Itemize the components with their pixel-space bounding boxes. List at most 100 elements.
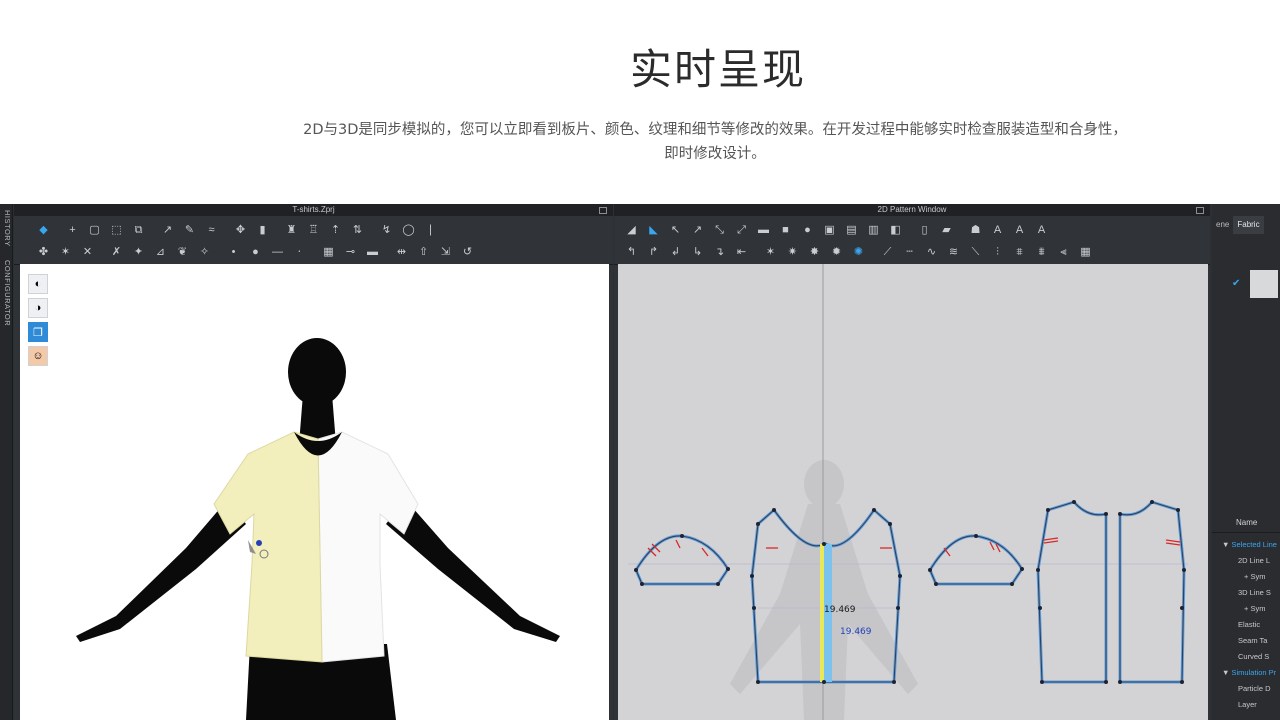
internal-line-icon[interactable]: ⤢ — [732, 222, 751, 238]
tree-item[interactable]: Layer — [1212, 697, 1280, 713]
transform-icon[interactable]: ⬚ — [107, 222, 126, 238]
expand-arrow-icon[interactable]: ▼ — [1222, 540, 1232, 549]
dart-icon[interactable]: ▤ — [842, 222, 861, 238]
tree-item[interactable]: + Sym — [1212, 569, 1280, 585]
pose-icon[interactable]: ✶ — [56, 244, 75, 260]
trim-icon[interactable]: ✧ — [195, 244, 214, 260]
side-tab-configurator[interactable]: CONFIGURATOR — [0, 260, 12, 326]
view-cloth-icon[interactable]: ◐ — [28, 274, 48, 294]
maximize-icon[interactable] — [1196, 207, 1204, 214]
texture-2d-icon[interactable]: ✶ — [761, 244, 780, 260]
arrangement-icon[interactable]: ✥ — [231, 222, 250, 238]
view-texture-icon[interactable]: ◑ — [28, 298, 48, 318]
free-sewing-icon[interactable]: ↱ — [644, 244, 663, 260]
graphic-icon[interactable]: ❦ — [173, 244, 192, 260]
tree-item[interactable]: Curved S — [1212, 649, 1280, 665]
expand-arrow-icon[interactable]: ▼ — [1222, 668, 1232, 677]
segment-sewing-icon[interactable]: ↰ — [622, 244, 641, 260]
text-large-icon[interactable]: A — [988, 222, 1007, 238]
edit-point-icon[interactable]: ↗ — [688, 222, 707, 238]
box-select-icon[interactable]: ▢ — [85, 222, 104, 238]
slash-icon[interactable]: ⟋ — [878, 244, 897, 260]
right-sleeve-piece[interactable] — [928, 534, 1024, 586]
stick-icon[interactable]: ❘ — [421, 222, 440, 238]
maximize-icon[interactable] — [599, 207, 607, 214]
topstitch-icon[interactable]: ⇡ — [326, 222, 345, 238]
button-tool-icon[interactable]: ♜ — [282, 222, 301, 238]
back-right-piece[interactable] — [1118, 500, 1186, 684]
sewing-icon[interactable]: ⊸ — [341, 244, 360, 260]
side-tab-history[interactable]: HISTORY — [0, 210, 12, 247]
pleat-icon[interactable]: ⫶ — [988, 244, 1007, 260]
tree-item[interactable]: 2D Line L — [1212, 553, 1280, 569]
grain-icon[interactable]: ✹ — [827, 244, 846, 260]
tape-icon[interactable]: ↯ — [377, 222, 396, 238]
text-icon[interactable]: A — [1010, 222, 1029, 238]
circle-2d-icon[interactable]: ● — [798, 222, 817, 238]
tshirt-right-panel[interactable] — [317, 431, 419, 663]
text-small-icon[interactable]: A — [1032, 222, 1051, 238]
ruler-icon[interactable]: ▬ — [754, 222, 773, 238]
grid-icon[interactable]: ▦ — [1076, 244, 1095, 260]
view-layers-icon[interactable]: ❐ — [28, 322, 48, 342]
trim-2d-icon[interactable]: ✸ — [805, 244, 824, 260]
tree-group-item[interactable]: ▼ Simulation Pr — [1212, 665, 1280, 681]
line-icon[interactable]: — — [268, 244, 287, 260]
texture-edit-icon[interactable]: ⊿ — [151, 244, 170, 260]
smocking-icon[interactable]: ⩨ — [1010, 244, 1029, 260]
measure-icon[interactable]: ≈ — [202, 222, 221, 238]
transform-pattern-icon[interactable]: ◢ — [622, 222, 641, 238]
brush-icon[interactable]: ✎ — [180, 222, 199, 238]
diagonal-icon[interactable]: ⟍ — [966, 244, 985, 260]
fit-map-icon[interactable]: ✕ — [78, 244, 97, 260]
edit-curvature-icon[interactable]: ↖ — [666, 222, 685, 238]
select-2d-icon[interactable]: ✺ — [849, 244, 868, 260]
avatar-display-icon[interactable]: ☺ — [28, 346, 48, 366]
add-point-icon[interactable]: + — [63, 222, 82, 238]
tshirt-left-panel[interactable] — [213, 431, 323, 663]
tree-group-item[interactable]: ▼ Selected Line — [1212, 537, 1280, 553]
back-left-piece[interactable] — [1036, 500, 1108, 684]
strain-map-icon[interactable]: ✗ — [107, 244, 126, 260]
edit-pattern-icon[interactable]: ◣ — [644, 222, 663, 238]
trace-icon[interactable]: ▯ — [915, 222, 934, 238]
check-icon[interactable]: ✔ — [1232, 278, 1240, 289]
point-icon[interactable]: ⋅ — [290, 244, 309, 260]
tack-icon[interactable]: ↳ — [688, 244, 707, 260]
layer-icon[interactable]: ▬ — [363, 244, 382, 260]
circle-icon[interactable]: ● — [246, 244, 265, 260]
fold-icon[interactable]: ⧉ — [129, 222, 148, 238]
point-edit-icon[interactable]: • — [224, 244, 243, 260]
sewing-line-icon[interactable]: ⇤ — [732, 244, 751, 260]
lasso-icon[interactable]: ◯ — [399, 222, 418, 238]
polygon-icon[interactable]: ▣ — [820, 222, 839, 238]
graphic-2d-icon[interactable]: ✷ — [783, 244, 802, 260]
tree-item[interactable]: Particle D — [1212, 681, 1280, 697]
gather-icon[interactable]: ⩩ — [1032, 244, 1051, 260]
3d-viewport[interactable]: ◐ ◑ ❐ ☺ — [20, 264, 609, 720]
fabric-swatch[interactable] — [1250, 270, 1278, 298]
tree-item[interactable]: 3D Line S — [1212, 585, 1280, 601]
tab-fabric[interactable]: Fabric — [1233, 216, 1264, 234]
pressure-icon[interactable]: ✦ — [129, 244, 148, 260]
select-move-icon[interactable]: ◆ — [34, 222, 53, 238]
rectangle-icon[interactable]: ■ — [776, 222, 795, 238]
reset-icon[interactable]: ↺ — [458, 244, 477, 260]
left-sleeve-piece[interactable] — [634, 534, 730, 586]
tree-item[interactable]: Seam Ta — [1212, 633, 1280, 649]
mirror-icon[interactable]: ⫷ — [1054, 244, 1073, 260]
tree-item[interactable]: Elastic — [1212, 617, 1280, 633]
avatar-measure-icon[interactable]: ✤ — [34, 244, 53, 260]
zipper-icon[interactable]: ♖ — [304, 222, 323, 238]
avatar-2d-icon[interactable]: ☗ — [966, 222, 985, 238]
notch-icon[interactable]: ◧ — [886, 222, 905, 238]
mn-sewing-icon[interactable]: ↲ — [666, 244, 685, 260]
stitch-icon[interactable]: ┄ — [900, 244, 919, 260]
zigzag-icon[interactable]: ≋ — [944, 244, 963, 260]
pin-icon[interactable]: ↗ — [158, 222, 177, 238]
tree-item[interactable]: + Sym — [1212, 601, 1280, 617]
film-icon[interactable]: ▦ — [319, 244, 338, 260]
check-sewing-icon[interactable]: ↴ — [710, 244, 729, 260]
scale-icon[interactable]: ⇲ — [436, 244, 455, 260]
offset-icon[interactable]: ▥ — [864, 222, 883, 238]
